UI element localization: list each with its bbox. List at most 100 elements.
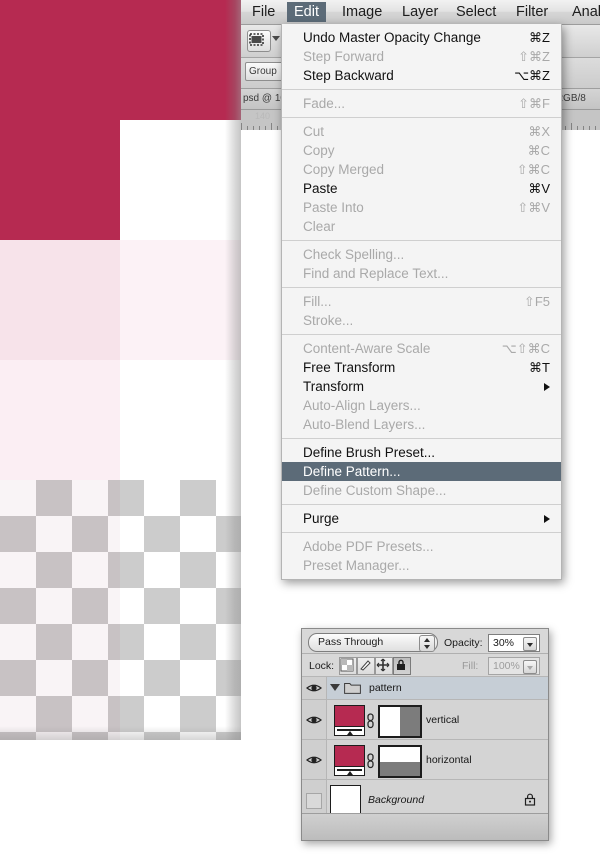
menu-option-auto-align-layers: Auto-Align Layers... xyxy=(282,396,561,415)
menu-bar[interactable]: FileEdit Image LayerSelect Filter Analys xyxy=(241,0,600,25)
menu-option-free-transform[interactable]: Free Transform ⌘T xyxy=(282,358,561,377)
menu-option-label: Copy xyxy=(303,143,335,158)
edit-menu-dropdown[interactable]: Undo Master Opacity Change ⌘Z Step Forward… xyxy=(281,24,562,580)
menu-item-select[interactable]: Select xyxy=(449,2,503,22)
ruler-tick xyxy=(589,126,590,130)
brush-icon xyxy=(360,660,371,671)
menu-option-copy-merged: Copy Merged ⇧⌘C xyxy=(282,160,561,179)
menu-option-label: Paste xyxy=(303,181,338,196)
menu-option-shortcut: ⌘V xyxy=(528,181,550,196)
menu-option-stroke: Stroke... xyxy=(282,311,561,330)
layers-panel[interactable]: Pass Through Opacity: 30% Lock: Fill: 10… xyxy=(301,628,549,841)
menu-item-edit[interactable]: Edit xyxy=(287,2,326,22)
submenu-arrow-icon xyxy=(544,515,550,523)
lock-image-pixels-button[interactable] xyxy=(357,657,375,675)
menu-option-step-backward[interactable]: Step Backward ⌥⌘Z xyxy=(282,66,561,85)
mask-half-b xyxy=(400,707,420,736)
eye-icon xyxy=(306,682,322,694)
ruler-tick xyxy=(565,126,566,130)
menu-option-label: Content-Aware Scale xyxy=(303,341,431,356)
menu-option-shortcut: ⌥⌘Z xyxy=(514,68,550,83)
thumbnail-color-fill xyxy=(335,746,364,768)
menu-option-label: Fill... xyxy=(303,294,332,309)
layer-row[interactable]: pattern xyxy=(302,676,548,699)
document-canvas[interactable] xyxy=(0,0,241,740)
lock-position-button[interactable] xyxy=(375,657,393,675)
layer-mask-thumbnail[interactable] xyxy=(378,705,422,738)
pattern-tile xyxy=(0,360,120,480)
lock-all-button[interactable] xyxy=(393,657,411,675)
menu-option-label: Step Backward xyxy=(303,68,394,83)
layer-row[interactable]: vertical xyxy=(302,699,548,739)
opacity-value: 30% xyxy=(493,637,515,649)
layer-row[interactable]: horizontal xyxy=(302,739,548,779)
menu-separator xyxy=(282,438,561,439)
menu-option-purge[interactable]: Purge xyxy=(282,509,561,528)
lock-label: Lock: xyxy=(309,660,335,672)
link-mask-icon[interactable] xyxy=(366,753,375,769)
ruler-tick xyxy=(577,126,578,130)
menu-item-image[interactable]: Image xyxy=(335,2,389,22)
layer-thumbnail[interactable] xyxy=(330,785,361,816)
menu-option-find-and-replace-text: Find and Replace Text... xyxy=(282,264,561,283)
document-tab-left[interactable]: psd @ 10 xyxy=(243,93,286,104)
fill-field[interactable]: 100% xyxy=(488,657,540,675)
fill-label: Fill: xyxy=(462,660,479,672)
menu-option-define-brush-preset[interactable]: Define Brush Preset... xyxy=(282,443,561,462)
menu-separator xyxy=(282,240,561,241)
layer-thumbnail[interactable] xyxy=(334,745,365,776)
layer-visibility-toggle[interactable] xyxy=(302,677,327,699)
disclosure-triangle-icon[interactable] xyxy=(330,684,340,691)
menu-option-define-pattern[interactable]: Define Pattern... xyxy=(282,462,561,481)
menu-option-label: Find and Replace Text... xyxy=(303,266,449,281)
move-cross-icon xyxy=(376,658,390,672)
layer-visibility-toggle[interactable] xyxy=(302,700,327,739)
mask-half-a xyxy=(380,747,420,762)
menu-option-label: Copy Merged xyxy=(303,162,385,177)
blend-mode-select[interactable]: Pass Through xyxy=(308,633,438,652)
pattern-tile xyxy=(120,0,241,120)
ruler-label: 140 xyxy=(255,111,271,121)
layer-name: Background xyxy=(368,794,425,806)
link-glyph xyxy=(367,753,374,769)
link-mask-icon[interactable] xyxy=(366,713,375,729)
ruler-tick xyxy=(265,126,266,130)
menu-option-shortcut: ⇧⌘Z xyxy=(518,49,550,64)
eye-icon xyxy=(306,714,322,726)
menu-option-label: Cut xyxy=(303,124,325,139)
menu-option-paste-into: Paste Into ⇧⌘V xyxy=(282,198,561,217)
menu-item-file[interactable]: File xyxy=(245,2,282,22)
mask-half-a xyxy=(380,707,400,736)
menu-option-shortcut: ⌘Z xyxy=(529,30,550,45)
blend-mode-stepper[interactable] xyxy=(419,635,435,652)
menu-option-clear: Clear xyxy=(282,217,561,236)
menu-option-label: Purge xyxy=(303,511,340,526)
layers-panel-footer[interactable] xyxy=(302,813,548,840)
menu-option-auto-blend-layers: Auto-Blend Layers... xyxy=(282,415,561,434)
layer-list[interactable]: pattern vertical horizontal Background xyxy=(302,676,548,819)
layer-visibility-toggle[interactable] xyxy=(302,740,327,779)
menu-option-undo-master-opacity-change[interactable]: Undo Master Opacity Change ⌘Z xyxy=(282,28,561,47)
menu-option-paste[interactable]: Paste ⌘V xyxy=(282,179,561,198)
layer-mask-thumbnail[interactable] xyxy=(378,745,422,778)
menu-item-filter[interactable]: Filter xyxy=(509,2,555,22)
layer-name: vertical xyxy=(426,714,460,726)
opacity-dropdown-arrow[interactable] xyxy=(523,637,537,651)
menu-option-label: Step Forward xyxy=(303,49,385,64)
layer-thumbnail[interactable] xyxy=(334,705,365,736)
menu-option-transform[interactable]: Transform xyxy=(282,377,561,396)
menu-item-layer[interactable]: Layer xyxy=(395,2,445,22)
blend-mode-row: Pass Through Opacity: 30% xyxy=(302,629,548,653)
menu-option-step-forward: Step Forward ⇧⌘Z xyxy=(282,47,561,66)
fill-dropdown-arrow[interactable] xyxy=(523,660,537,674)
opacity-field[interactable]: 30% xyxy=(488,634,540,652)
active-tool-icon[interactable] xyxy=(247,30,271,52)
menu-item-analys[interactable]: Analys xyxy=(565,2,600,22)
menu-option-shortcut: ⇧⌘V xyxy=(517,200,550,215)
link-glyph xyxy=(367,713,374,729)
mask-half-b xyxy=(380,761,420,776)
menu-option-label: Undo Master Opacity Change xyxy=(303,30,481,45)
lock-transparent-pixels-button[interactable] xyxy=(339,657,357,675)
menu-option-copy: Copy ⌘C xyxy=(282,141,561,160)
chevron-down-icon[interactable] xyxy=(272,36,280,41)
